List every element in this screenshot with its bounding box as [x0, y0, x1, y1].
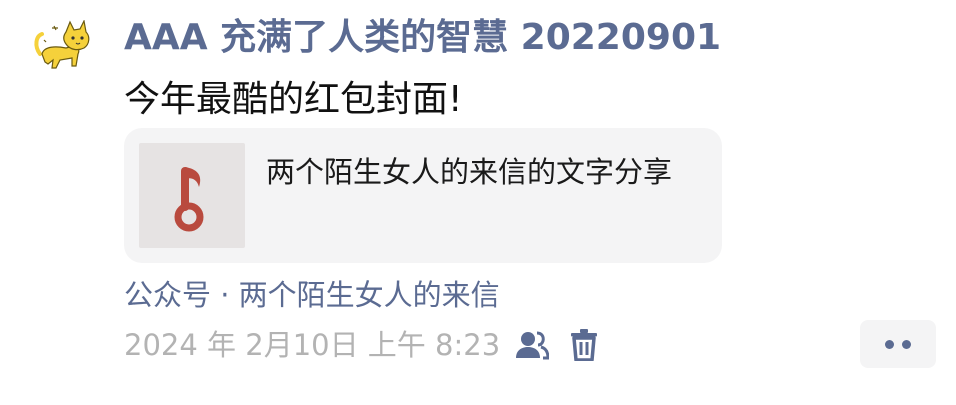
article-thumbnail [139, 143, 245, 248]
more-options-button[interactable] [860, 320, 936, 368]
post-text: 今年最酷的红包封面! [124, 79, 463, 120]
post-author[interactable]: AAA 充满了人类的智慧 20220901 [124, 16, 721, 60]
article-source[interactable]: 公众号 · 两个陌生女人的来信 [124, 275, 500, 315]
more-dots-icon [902, 339, 911, 349]
moment-post: AAA 充满了人类的智慧 20220901 今年最酷的红包封面! 两个陌生女人的… [0, 0, 956, 405]
shared-article-card[interactable]: 两个陌生女人的来信的文字分享 [124, 128, 722, 263]
avatar[interactable] [30, 19, 94, 78]
post-meta-row: 2024 年 2月10日 上午 8:23 [124, 324, 604, 366]
article-title: 两个陌生女人的来信的文字分享 [266, 155, 673, 189]
friends-icon[interactable] [512, 325, 552, 365]
post-timestamp: 2024 年 2月10日 上午 8:23 [124, 328, 501, 362]
cat-avatar-icon [34, 19, 90, 69]
more-dots-icon [885, 339, 894, 349]
trash-icon[interactable] [564, 325, 604, 365]
music-note-icon [174, 167, 204, 232]
